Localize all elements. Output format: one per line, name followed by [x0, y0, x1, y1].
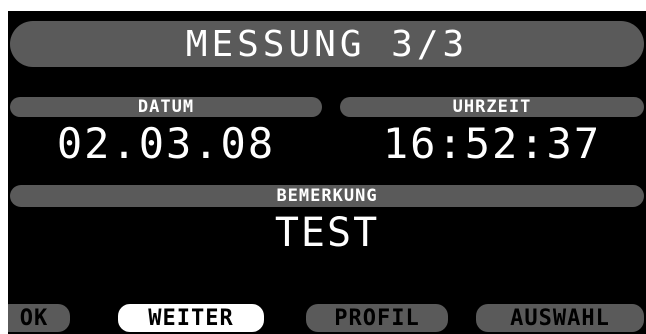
note-value: TEST: [274, 210, 380, 256]
title-bar: MESSUNG 3/3: [10, 21, 644, 67]
date-value: 02.03.08: [56, 119, 276, 168]
select-button[interactable]: AUSWAHL: [476, 304, 644, 332]
date-label: DATUM: [137, 97, 195, 117]
date-label-bar: DATUM: [10, 97, 322, 117]
device-screen: MESSUNG 3/3 DATUM UHRZEIT 02.03.08 16:52…: [0, 0, 646, 334]
profile-button[interactable]: PROFIL: [306, 304, 448, 332]
ok-button[interactable]: OK: [8, 304, 70, 332]
next-button[interactable]: WEITER: [118, 304, 264, 332]
lcd-display: MESSUNG 3/3 DATUM UHRZEIT 02.03.08 16:52…: [8, 11, 646, 334]
time-label-bar: UHRZEIT: [340, 97, 644, 117]
note-label-bar: BEMERKUNG: [10, 185, 644, 207]
note-label: BEMERKUNG: [276, 186, 378, 206]
page-title: MESSUNG 3/3: [185, 23, 469, 65]
time-value: 16:52:37: [382, 119, 602, 168]
time-label: UHRZEIT: [452, 97, 532, 117]
